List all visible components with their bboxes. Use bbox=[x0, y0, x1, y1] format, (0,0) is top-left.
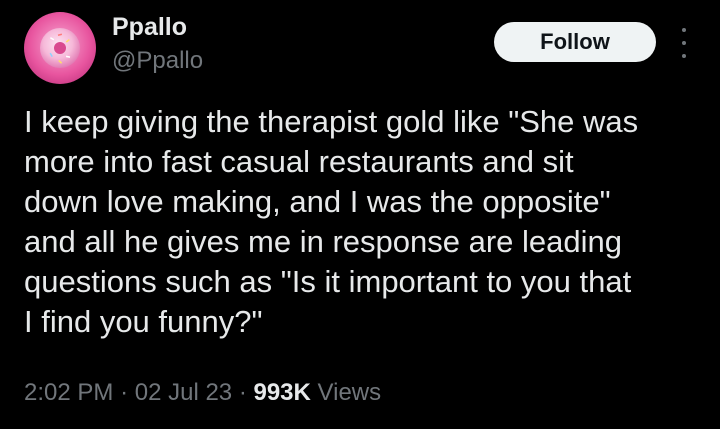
follow-button[interactable]: Follow bbox=[494, 22, 656, 62]
dot bbox=[682, 54, 686, 58]
tweet-meta: 2:02 PM · 02 Jul 23 · 993K Views bbox=[24, 378, 381, 408]
more-vertical-icon[interactable] bbox=[674, 28, 694, 58]
dot bbox=[682, 28, 686, 32]
tweet-date[interactable]: 02 Jul 23 bbox=[135, 379, 232, 406]
dot bbox=[682, 41, 686, 45]
tweet-card: Ppallo @Ppallo Follow I keep giving the … bbox=[0, 0, 720, 429]
meta-separator: · bbox=[120, 379, 129, 406]
views-label: Views bbox=[317, 379, 382, 406]
tweet-text: I keep giving the therapist gold like "S… bbox=[24, 104, 639, 339]
display-name[interactable]: Ppallo bbox=[112, 12, 203, 42]
author-info: Ppallo @Ppallo bbox=[112, 12, 203, 76]
avatar[interactable] bbox=[24, 12, 96, 84]
user-handle[interactable]: @Ppallo bbox=[112, 46, 203, 76]
tweet-time[interactable]: 2:02 PM bbox=[24, 379, 113, 406]
donut-icon bbox=[24, 12, 96, 84]
meta-separator: · bbox=[238, 379, 247, 406]
views-count[interactable]: 993K bbox=[253, 379, 310, 406]
